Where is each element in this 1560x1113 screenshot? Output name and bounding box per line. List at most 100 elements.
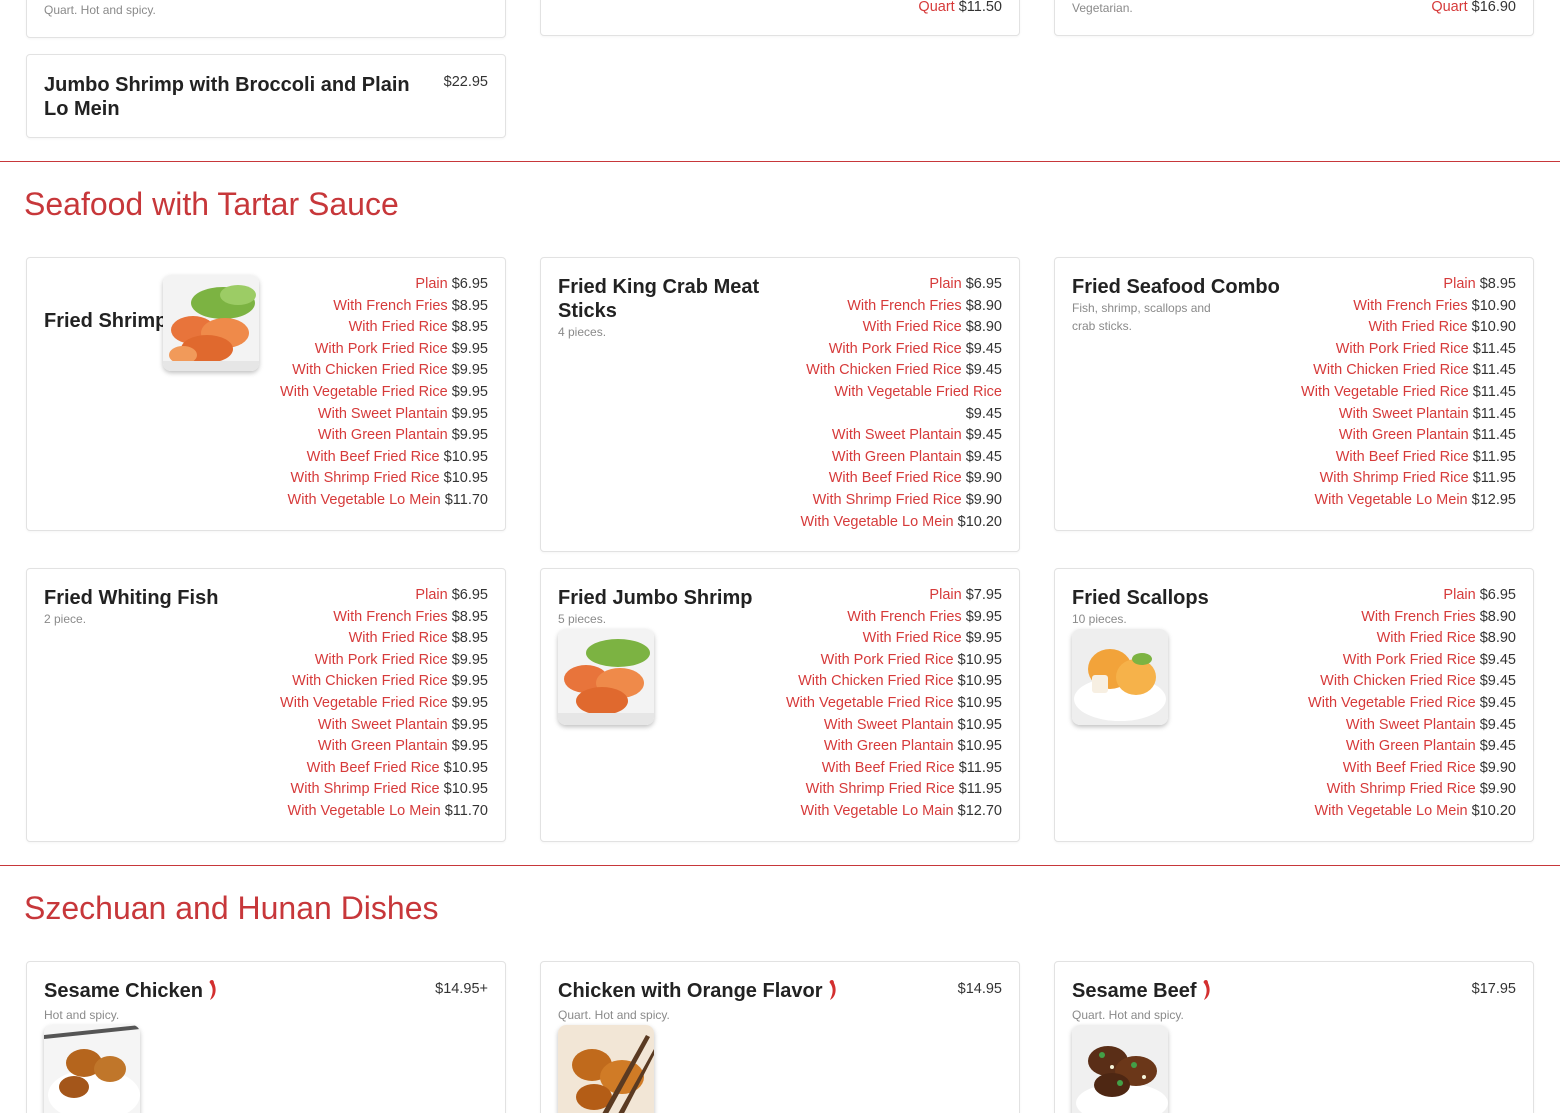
price-list: Plain $7.95 With French Fries $9.95 With F… — [786, 585, 1002, 823]
option-label: With French Fries — [847, 608, 962, 625]
price-option[interactable]: With Fried Rice $9.95 — [786, 628, 1002, 650]
option-label: With Fried Rice — [862, 319, 962, 336]
menu-item-card[interactable]: Fried Shrimp Plain $6.95 With French Frie… — [26, 257, 506, 531]
price-option[interactable]: With Sweet Plantain $9.95 — [280, 404, 488, 426]
price-option[interactable]: With French Fries $8.95 — [280, 607, 488, 629]
menu-item-card[interactable]: Chicken with Orange Flavor Quart. Hot an… — [540, 961, 1020, 1113]
price-option[interactable]: With Vegetable Fried Rice $9.95 — [280, 382, 488, 404]
option-price: $10.95 — [957, 651, 1002, 668]
price-option[interactable]: With Chicken Fried Rice $11.45 — [1301, 360, 1516, 382]
price-option[interactable]: Plain $6.95 — [1308, 585, 1516, 607]
price-option[interactable]: With Green Plantain $9.45 — [800, 447, 1002, 469]
option-price: $6.95 — [965, 276, 1002, 292]
price-option[interactable]: With Vegetable Lo Mein $11.70 — [280, 801, 488, 823]
price-option[interactable]: With Sweet Plantain $11.45 — [1301, 404, 1516, 426]
option-label: With Pork Fried Rice — [314, 340, 448, 357]
menu-item-card[interactable]: Quart $11.50 — [540, 0, 1020, 36]
price-option[interactable]: With Beef Fried Rice $10.95 — [280, 758, 488, 780]
price-option[interactable]: With Sweet Plantain $9.45 — [800, 425, 1002, 447]
price-option[interactable]: Plain $6.95 — [280, 274, 488, 296]
price-option[interactable]: Plain $7.95 — [786, 585, 1002, 607]
price-option[interactable]: With French Fries $10.90 — [1301, 296, 1516, 318]
menu-item-card[interactable]: Fried Scallops 10 pieces. Plain $6.95 Wit… — [1054, 568, 1534, 842]
price-option[interactable]: With Vegetable Lo Mein $11.70 — [280, 490, 488, 512]
price-option[interactable]: With Pork Fried Rice $9.95 — [280, 650, 488, 672]
price-option[interactable]: With Shrimp Fried Rice $9.90 — [800, 490, 1002, 512]
menu-item-card[interactable]: Jumbo Shrimp with Broccoli and Plain Lo … — [26, 54, 506, 138]
option-label: With Vegetable Fried Rice — [280, 694, 448, 711]
price-option[interactable]: With Green Plantain $11.45 — [1301, 425, 1516, 447]
price-option[interactable]: With Pork Fried Rice $9.95 — [280, 339, 488, 361]
price-option[interactable]: With Green Plantain $9.95 — [280, 425, 488, 447]
price-option[interactable]: With Shrimp Fried Rice $11.95 — [786, 779, 1002, 801]
menu-item-card[interactable]: Sesame Chicken Hot and spicy. $14.95+ — [26, 961, 506, 1113]
price-option[interactable]: With Sweet Plantain $10.95 — [786, 715, 1002, 737]
price-option[interactable]: With Pork Fried Rice $11.45 — [1301, 339, 1516, 361]
option-label: With Chicken Fried Rice — [806, 362, 962, 379]
price-option[interactable]: With Beef Fried Rice $9.90 — [1308, 758, 1516, 780]
price-option[interactable]: With Beef Fried Rice $10.95 — [280, 447, 488, 469]
option-label: Plain — [1443, 276, 1476, 292]
price-option[interactable]: With Vegetable Fried Rice $9.95 — [280, 693, 488, 715]
price-option[interactable]: With Shrimp Fried Rice $11.95 — [1301, 468, 1516, 490]
price-option[interactable]: With Pork Fried Rice $9.45 — [1308, 650, 1516, 672]
price-option[interactable]: With Chicken Fried Rice $9.45 — [800, 360, 1002, 382]
price-option[interactable]: Plain $8.95 — [1301, 274, 1516, 296]
price-option[interactable]: With Sweet Plantain $9.95 — [280, 715, 488, 737]
price-option[interactable]: With Chicken Fried Rice $9.95 — [280, 671, 488, 693]
menu-item-card[interactable]: Sesame Beef Quart. Hot and spicy. $17.95 — [1054, 961, 1534, 1113]
price-option[interactable]: With French Fries $8.90 — [1308, 607, 1516, 629]
price-option[interactable]: With Vegetable Lo Main $12.70 — [786, 801, 1002, 823]
menu-item-card[interactable]: Quart. Hot and spicy. — [26, 0, 506, 38]
price-option[interactable]: Plain $6.95 — [800, 274, 1002, 296]
price-option[interactable]: With Chicken Fried Rice $9.45 — [1308, 671, 1516, 693]
price-option[interactable]: With French Fries $8.95 — [280, 296, 488, 318]
menu-item-card[interactable]: Vegetarian. Quart $16.90 — [1054, 0, 1534, 36]
price-option[interactable]: With Vegetable Lo Mein $10.20 — [1308, 801, 1516, 823]
option-price: $11.95 — [1472, 448, 1516, 465]
option-label: With Beef Fried Rice — [821, 759, 955, 776]
price-option[interactable]: With Shrimp Fried Rice $9.90 — [1308, 779, 1516, 801]
price-option[interactable]: With Shrimp Fried Rice $10.95 — [280, 468, 488, 490]
option-price: $9.95 — [965, 630, 1002, 647]
menu-item-card[interactable]: Fried Seafood Combo Fish, shrimp, scallo… — [1054, 257, 1534, 531]
menu-item-card[interactable]: Fried Whiting Fish 2 piece. Plain $6.95 W… — [26, 568, 506, 842]
price-option[interactable]: With French Fries $9.95 — [786, 607, 1002, 629]
price-option[interactable]: With Vegetable Lo Mein $10.20 — [800, 512, 1002, 534]
price-option[interactable]: With Beef Fried Rice $11.95 — [786, 758, 1002, 780]
price-option[interactable]: With Vegetable Lo Mein $12.95 — [1301, 490, 1516, 512]
price-option[interactable]: With French Fries $8.90 — [800, 296, 1002, 318]
price-option[interactable]: Plain $6.95 — [280, 585, 488, 607]
price-option[interactable]: With Beef Fried Rice $9.90 — [800, 468, 1002, 490]
menu-item-card[interactable]: Fried King Crab Meat Sticks 4 pieces. Pl… — [540, 257, 1020, 552]
price-option[interactable]: With Pork Fried Rice $9.45 — [800, 339, 1002, 361]
price-option[interactable]: With Fried Rice $10.90 — [1301, 317, 1517, 339]
price-option[interactable]: With Vegetable Fried Rice $10.95 — [786, 693, 1002, 715]
price-option[interactable]: With Chicken Fried Rice $10.95 — [786, 671, 1002, 693]
menu-item-card[interactable]: Fried Jumbo Shrimp 5 pieces. Plain $7.95… — [540, 568, 1020, 842]
price-option[interactable]: With Green Plantain $9.45 — [1308, 736, 1516, 758]
price-option[interactable]: With Fried Rice $8.90 — [800, 317, 1002, 339]
option-label: With Beef Fried Rice — [1335, 448, 1469, 465]
price-option[interactable]: With Sweet Plantain $9.45 — [1308, 715, 1516, 737]
option-price: $9.95 — [451, 738, 488, 755]
option-label: With Green Plantain — [831, 448, 962, 465]
price-option[interactable]: With Fried Rice $8.95 — [280, 317, 488, 339]
price-option[interactable]: With Chicken Fried Rice $9.95 — [280, 360, 488, 382]
price-option[interactable]: With Fried Rice $8.90 — [1308, 628, 1516, 650]
price-option[interactable]: With Vegetable Fried Rice $9.45 — [1308, 693, 1516, 715]
price-option[interactable]: With Fried Rice $8.95 — [280, 628, 488, 650]
option-label: With French Fries — [847, 297, 962, 314]
option-label: With French Fries — [333, 297, 448, 314]
price: $11.50 — [958, 0, 1002, 15]
price-option[interactable]: With Pork Fried Rice $10.95 — [786, 650, 1002, 672]
price-option[interactable]: With Green Plantain $10.95 — [786, 736, 1002, 758]
price-option[interactable]: With Vegetable Fried Rice $11.45 — [1301, 382, 1516, 404]
chili-pepper-icon — [207, 979, 217, 1007]
price-option[interactable]: With Beef Fried Rice $11.95 — [1301, 447, 1516, 469]
option-price: $9.95 — [451, 383, 488, 400]
price-option[interactable]: With Green Plantain $9.95 — [280, 736, 488, 758]
option-label: With Green Plantain — [823, 738, 954, 755]
price-option[interactable]: With Shrimp Fried Rice $10.95 — [280, 779, 488, 801]
price-option[interactable]: With Vegetable Fried Rice $9.45 — [800, 382, 1002, 425]
